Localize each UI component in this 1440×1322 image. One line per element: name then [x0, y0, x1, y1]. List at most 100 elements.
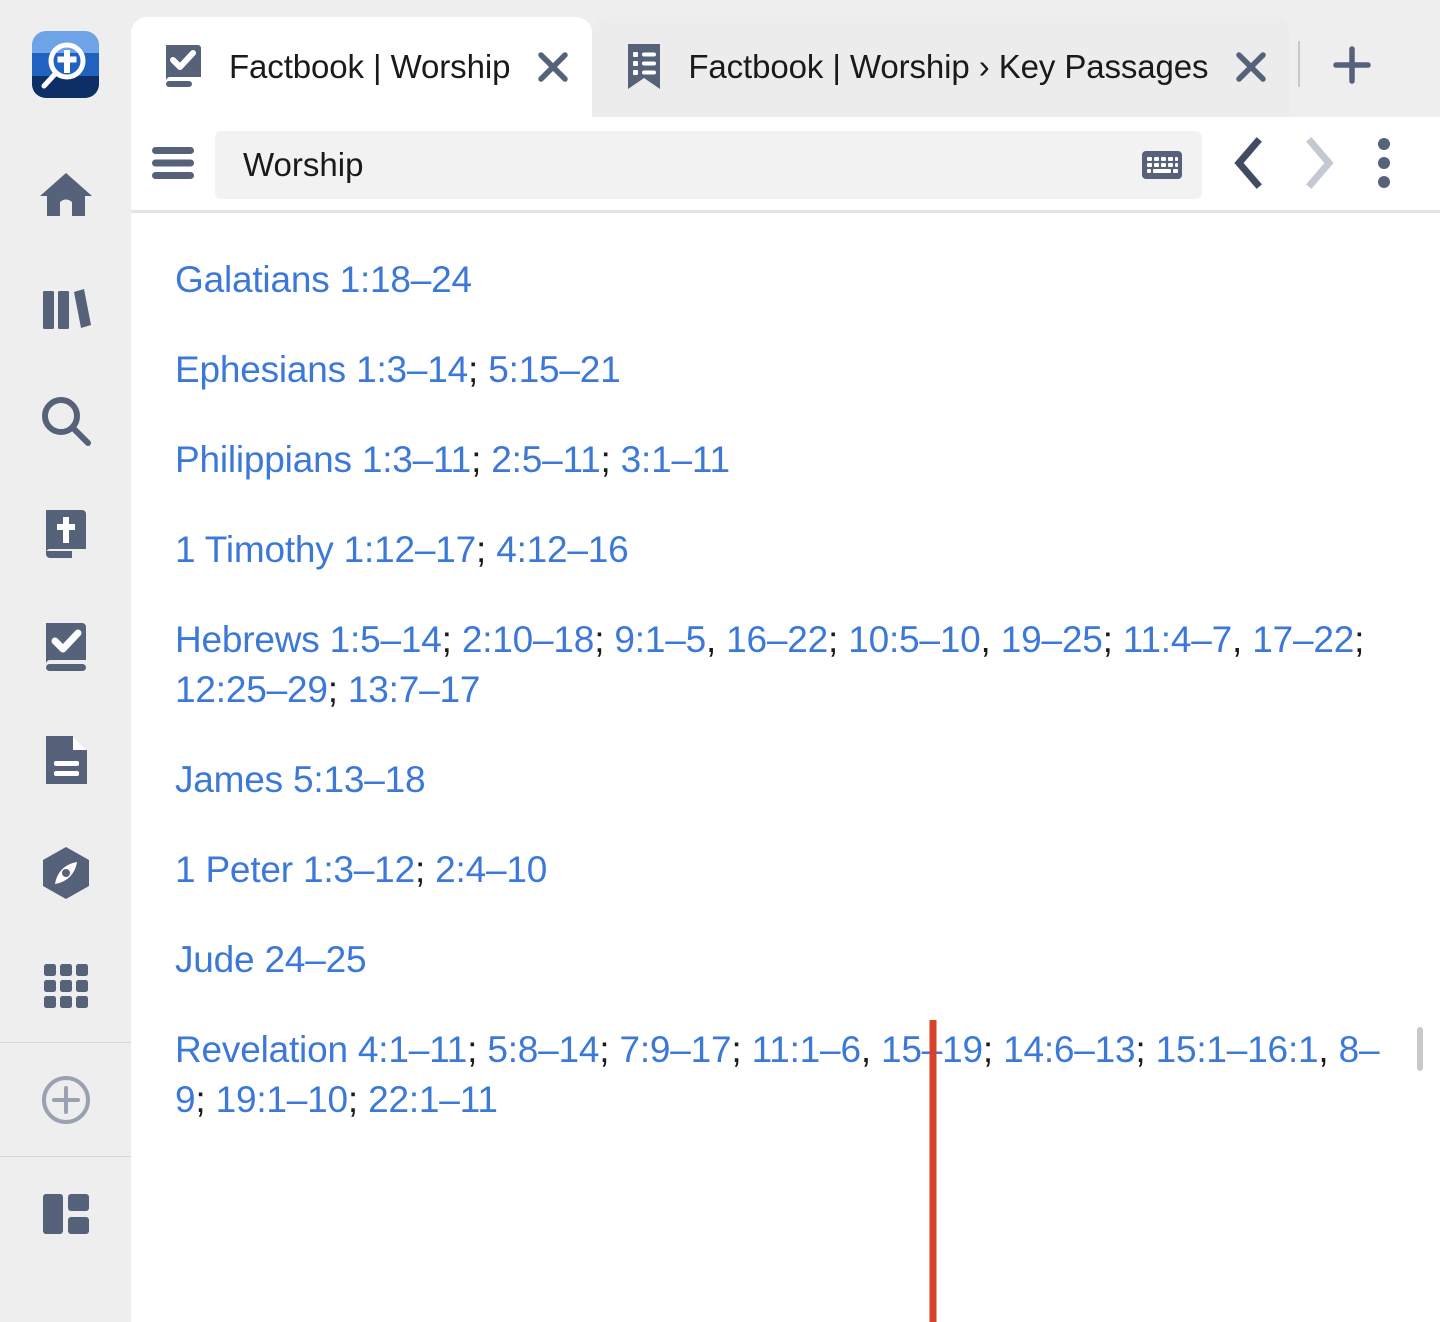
sidebar-item-layouts[interactable]	[0, 1157, 131, 1270]
reference-separator: ;	[1102, 619, 1123, 660]
left-sidebar-rail	[0, 0, 131, 1322]
bible-cross-book-icon	[38, 505, 94, 563]
bible-reference-link[interactable]: 2:4–10	[435, 849, 547, 890]
bible-reference-link[interactable]: 17–22	[1252, 619, 1354, 660]
sidebar-item-documents[interactable]	[0, 703, 131, 816]
sidebar-item-add[interactable]	[0, 1043, 131, 1156]
bible-reference-link[interactable]: Revelation 4:1–11	[175, 1029, 467, 1070]
tab-factbook-worship-key-passages[interactable]: Factbook | Worship › Key Passages	[592, 17, 1291, 117]
overflow-menu-button[interactable]	[1354, 130, 1414, 200]
bible-reference-link[interactable]: Jude 24–25	[175, 939, 367, 980]
bible-reference-link[interactable]: 10:5–10	[848, 619, 981, 660]
close-icon[interactable]	[536, 50, 570, 84]
key-passages-list: Galatians 1:18–24 Ephesians 1:3–14; 5:15–…	[175, 255, 1396, 1322]
library-books-icon	[37, 279, 95, 337]
reference-separator: ,	[1318, 1029, 1339, 1070]
bible-reference-link[interactable]: 1 Peter 1:3–12	[175, 849, 415, 890]
reference-separator: ;	[468, 349, 489, 390]
bible-reference-link[interactable]: 1 Timothy 1:12–17	[175, 529, 476, 570]
bible-reference-link[interactable]: 4:12–16	[496, 529, 629, 570]
bible-reference-link[interactable]: James 5:13–18	[175, 759, 426, 800]
passage-line-ephesians: Ephesians 1:3–14; 5:15–21	[175, 345, 1396, 395]
layout-panels-icon	[38, 1186, 94, 1242]
reference-separator: ;	[731, 1029, 752, 1070]
sidebar-item-guides[interactable]	[0, 816, 131, 929]
bookmark-list-icon	[622, 41, 666, 93]
bible-reference-link[interactable]: Ephesians 1:3–14	[175, 349, 468, 390]
logos-app-icon[interactable]	[32, 31, 99, 98]
bible-reference-link[interactable]: 5:15–21	[488, 349, 621, 390]
reference-separator: ;	[195, 1079, 216, 1120]
reference-separator: ,	[705, 619, 727, 660]
chevron-left-icon	[1229, 136, 1269, 194]
bible-reference-link[interactable]: 19:1–10	[216, 1079, 349, 1120]
forward-button[interactable]	[1284, 130, 1354, 200]
bible-reference-link[interactable]: 12:25–29	[175, 669, 328, 710]
bible-reference-link[interactable]: Hebrews 1:5–14	[175, 619, 442, 660]
passage-line-james: James 5:13–18	[175, 755, 1396, 805]
bible-reference-link[interactable]: 5:8–14	[487, 1029, 599, 1070]
keyboard-icon[interactable]	[1140, 148, 1184, 182]
rail-icon-list	[0, 138, 131, 1270]
bible-reference-link[interactable]: 13:7–17	[348, 669, 481, 710]
document-page-icon	[39, 731, 93, 789]
close-icon[interactable]	[1234, 50, 1268, 84]
bible-reference-link[interactable]: 14:6–13	[1003, 1029, 1136, 1070]
reference-separator: ;	[467, 1029, 488, 1070]
sidebar-item-library[interactable]	[0, 251, 131, 364]
factbook-content-area: Galatians 1:18–24 Ephesians 1:3–14; 5:15–…	[131, 213, 1440, 1322]
sidebar-item-bible[interactable]	[0, 477, 131, 590]
passage-line-philippians: Philippians 1:3–11; 2:5–11; 3:1–11	[175, 435, 1396, 485]
passage-lines: Galatians 1:18–24 Ephesians 1:3–14; 5:15–…	[175, 255, 1396, 1125]
passage-line-galatians: Galatians 1:18–24	[175, 255, 1396, 305]
application-window: Factbook | Worship Factbook | Worship › …	[0, 0, 1440, 1322]
reference-separator: ;	[982, 1029, 1004, 1070]
sidebar-item-tools[interactable]	[0, 929, 131, 1042]
main-panel: Factbook | Worship Factbook | Worship › …	[131, 0, 1440, 1322]
search-magnifier-icon	[36, 391, 96, 451]
reference-separator: ;	[476, 529, 497, 570]
reference-separator: ;	[414, 849, 436, 890]
back-button[interactable]	[1214, 130, 1284, 200]
bible-reference-link[interactable]: 3:1–11	[621, 439, 730, 480]
grid-apps-icon	[38, 958, 94, 1014]
bible-reference-link[interactable]: Philippians 1:3–11	[175, 439, 471, 480]
tab-label: Factbook | Worship	[229, 48, 511, 85]
bible-reference-link[interactable]: 9:1–5	[614, 619, 706, 660]
bible-reference-link[interactable]: 11:1–6	[752, 1029, 861, 1070]
reference-separator: ;	[1354, 619, 1365, 660]
sidebar-item-search[interactable]	[0, 364, 131, 477]
bible-reference-link[interactable]: 16–22	[726, 619, 828, 660]
sidebar-item-factbook[interactable]	[0, 590, 131, 703]
bible-reference-link[interactable]: 15–19	[881, 1029, 983, 1070]
panel-menu-button[interactable]	[131, 143, 215, 188]
bible-reference-link[interactable]: 7:9–17	[619, 1029, 731, 1070]
check-book-icon	[161, 42, 207, 92]
tab-factbook-worship[interactable]: Factbook | Worship	[131, 17, 593, 117]
bible-reference-link[interactable]: 2:5–11	[491, 439, 600, 480]
bible-reference-link[interactable]: 15:1–16:1	[1156, 1029, 1319, 1070]
bible-reference-link[interactable]: 2:10–18	[462, 619, 595, 660]
bible-reference-link[interactable]: 22:1–11	[368, 1079, 498, 1120]
reference-separator: ,	[980, 619, 1001, 660]
passage-line-1-peter: 1 Peter 1:3–12; 2:4–10	[175, 845, 1396, 895]
reference-separator: ;	[347, 1079, 369, 1120]
panel-toolbar: Worship	[131, 117, 1440, 213]
sidebar-item-home[interactable]	[0, 138, 131, 251]
plus-icon	[1330, 43, 1374, 92]
more-vertical-icon	[1376, 136, 1392, 195]
passage-line-hebrews: Hebrews 1:5–14; 2:10–18; 9:1–5, 16–22; 1…	[175, 615, 1396, 715]
tab-strip: Factbook | Worship Factbook | Worship › …	[131, 0, 1440, 117]
passage-line-revelation: Revelation 4:1–11; 5:8–14; 7:9–17; 11:1–…	[175, 1025, 1396, 1125]
bible-reference-link[interactable]: 19–25	[1001, 619, 1103, 660]
vertical-scrollbar-thumb[interactable]	[1417, 1027, 1423, 1071]
reference-separator: ;	[594, 619, 615, 660]
tab-label: Factbook | Worship › Key Passages	[688, 48, 1209, 85]
bible-reference-link[interactable]: Galatians 1:18–24	[175, 259, 472, 300]
hamburger-menu-icon	[149, 143, 197, 188]
search-input[interactable]: Worship	[215, 131, 1202, 199]
bible-reference-link[interactable]: 11:4–7	[1123, 619, 1232, 660]
guide-compass-hex-icon	[37, 844, 95, 902]
new-tab-button[interactable]	[1324, 39, 1380, 95]
reference-separator: ;	[471, 439, 492, 480]
